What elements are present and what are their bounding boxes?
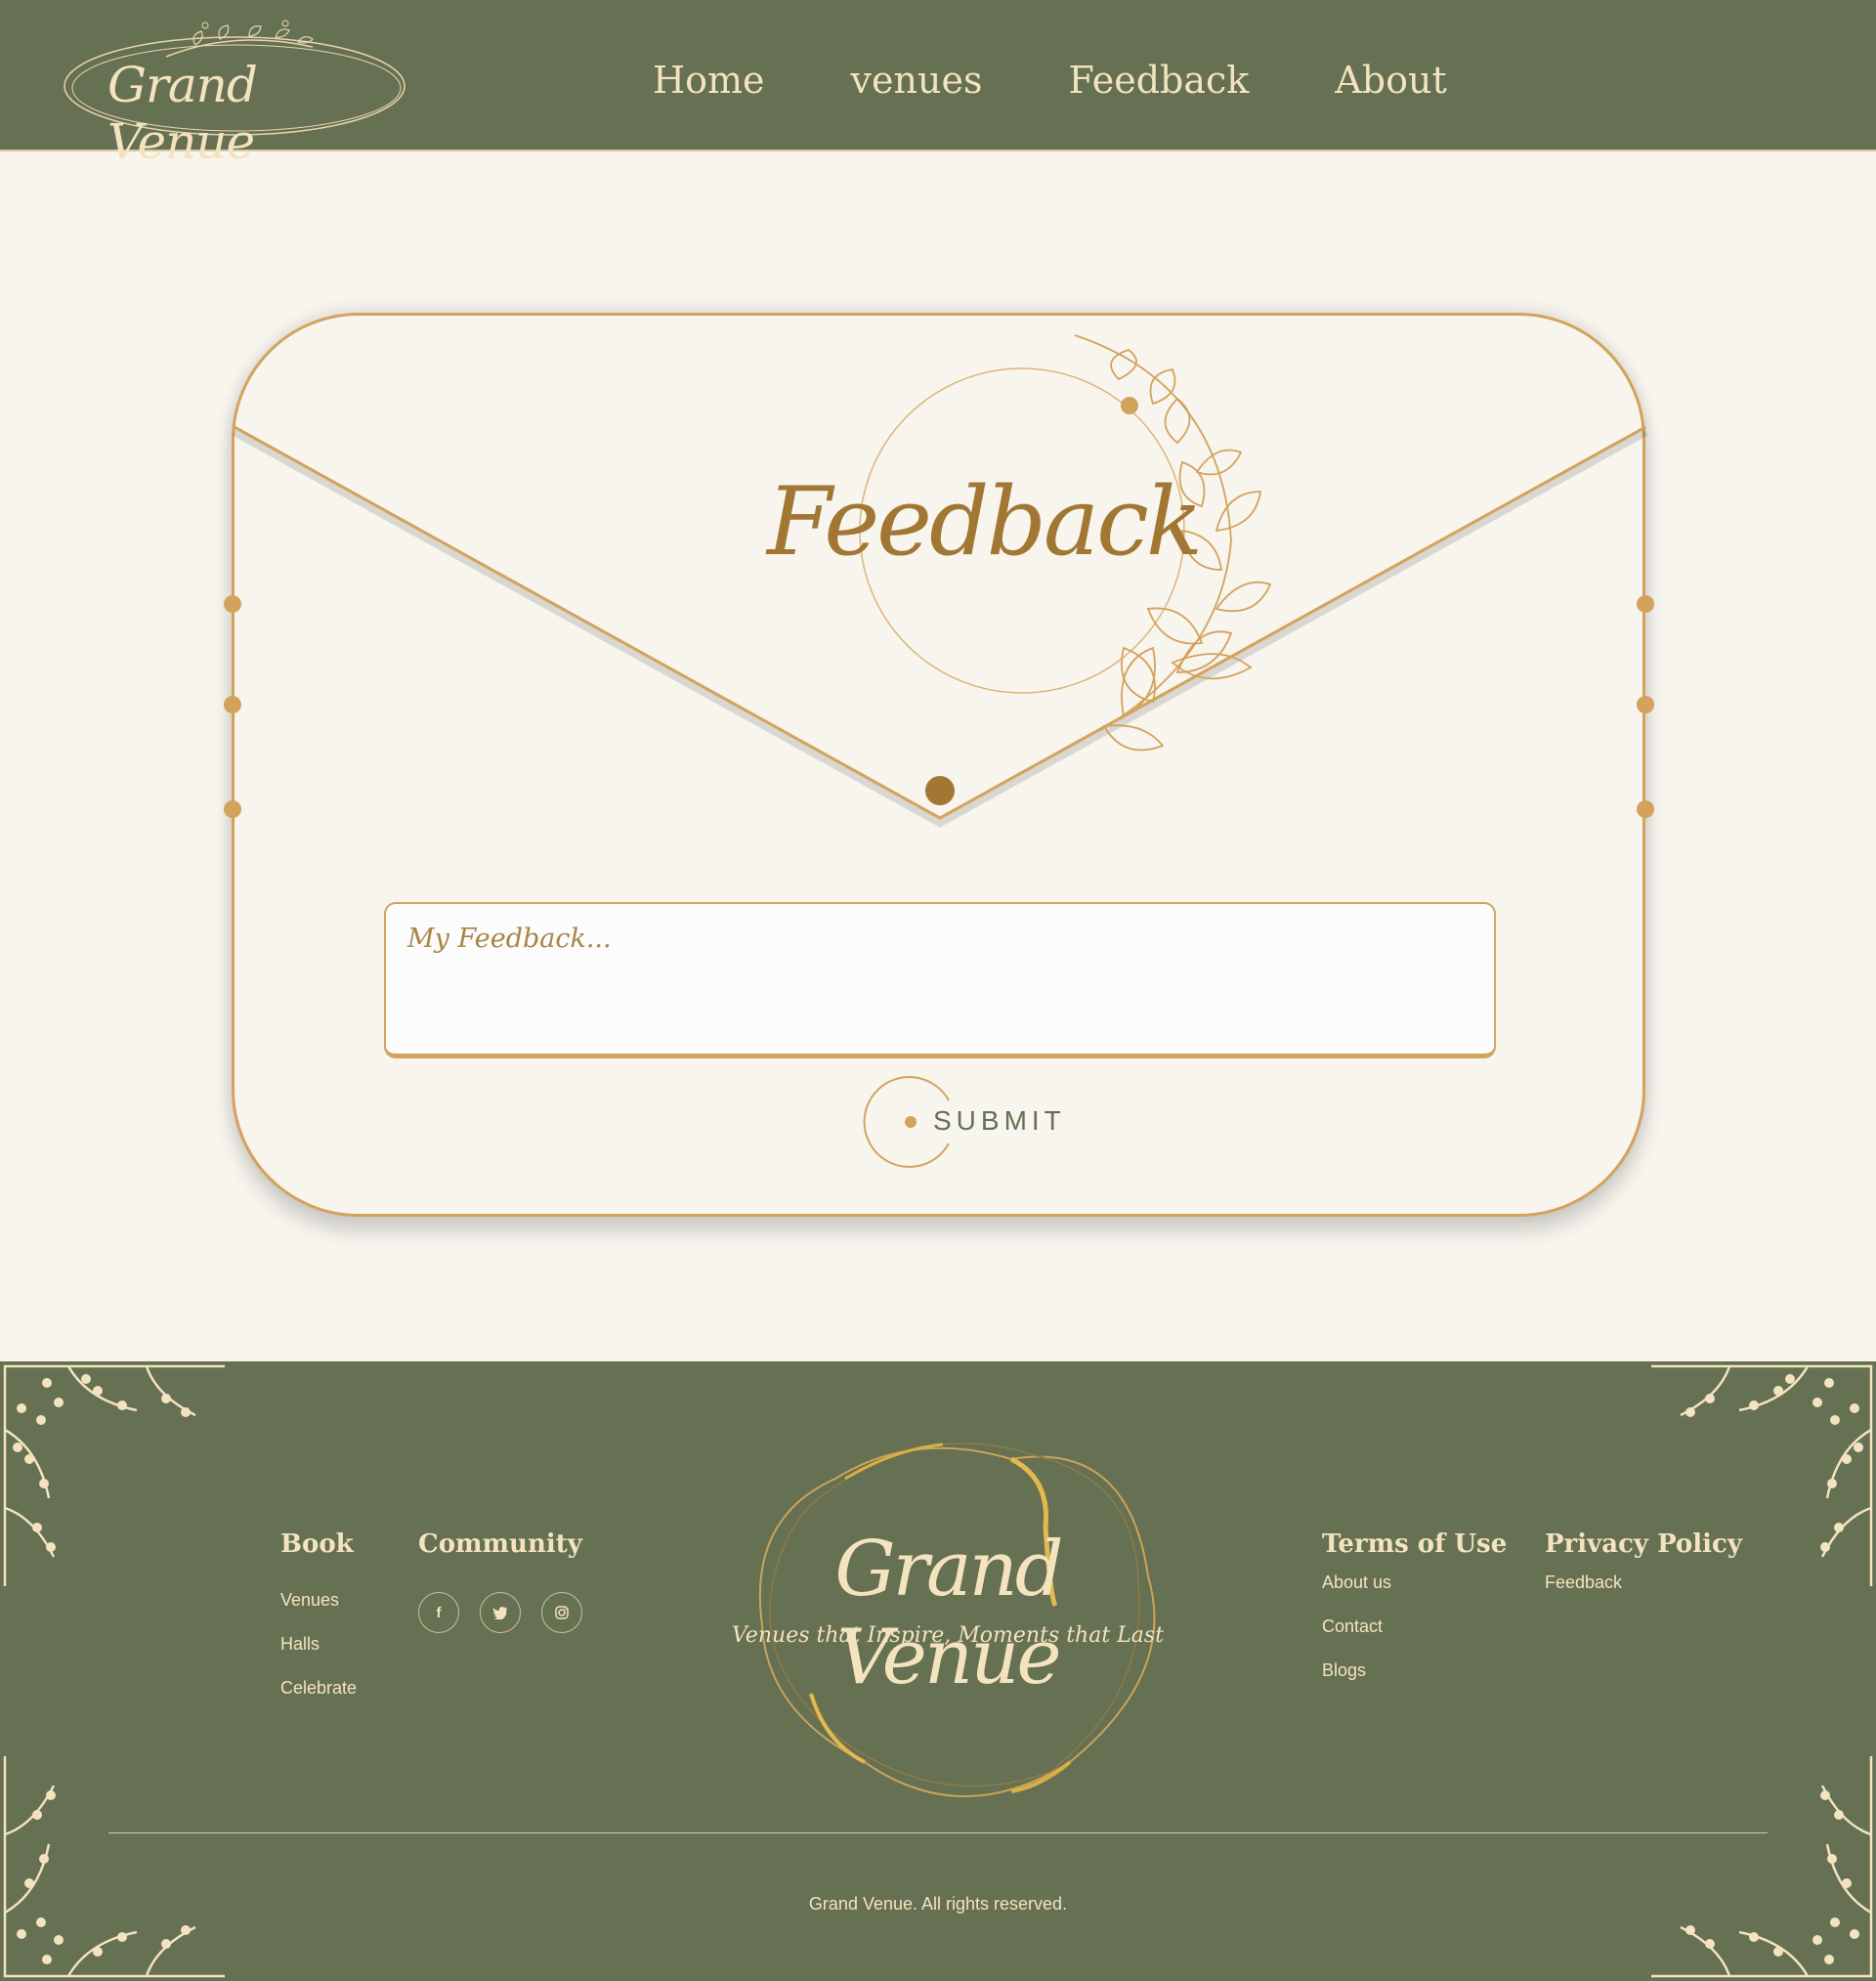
footer-col-community: Community f (418, 1529, 614, 1647)
nav-home[interactable]: Home (653, 59, 765, 102)
footer-link-halls[interactable]: Halls (280, 1634, 357, 1655)
instagram-icon[interactable] (541, 1592, 582, 1633)
footer-heading-community: Community (418, 1529, 582, 1559)
footer-col-terms: Terms of Use About us Contact Blogs (1322, 1529, 1507, 1681)
feedback-title: Feedback (767, 467, 1203, 577)
footer-heading-privacy: Privacy Policy (1545, 1529, 1742, 1559)
site-header: Grand Venue Home venues Feedback About (0, 0, 1876, 170)
footer-link-contact[interactable]: Contact (1322, 1616, 1507, 1637)
feedback-placeholder: My Feedback... (407, 924, 612, 954)
footer-col-book: Book Venues Halls Celebrate (280, 1529, 357, 1699)
footer-heading-book: Book (280, 1529, 354, 1559)
footer-link-feedback[interactable]: Feedback (1545, 1572, 1742, 1593)
submit-label: SUBMIT (933, 1105, 1066, 1136)
footer-logo-tagline: Venues that Inspire, Moments that Last (731, 1623, 1165, 1648)
header-logo[interactable]: Grand Venue (59, 10, 410, 170)
main-nav: Home venues Feedback About (653, 59, 1447, 102)
footer-logo-title: Grand Venue (834, 1526, 1063, 1701)
facebook-icon[interactable]: f (418, 1592, 459, 1633)
footer-copyright: Grand Venue. All rights reserved. (808, 1894, 1068, 1914)
submit-button[interactable]: SUBMIT (863, 1073, 1107, 1171)
footer-link-about-us[interactable]: About us (1322, 1572, 1507, 1593)
site-footer: Book Venues Halls Celebrate Community f … (0, 1361, 1876, 1981)
footer-col-privacy: Privacy Policy Feedback (1545, 1529, 1742, 1593)
nav-venues[interactable]: venues (851, 59, 983, 102)
logo-text: Grand Venue (107, 57, 258, 170)
feedback-envelope-card: Feedback My Feedback... SUBMIT (224, 313, 1654, 1217)
floral-corner-icon (3, 1364, 225, 1586)
feedback-textarea[interactable]: My Feedback... (384, 902, 1496, 1058)
floral-corner-icon (1651, 1756, 1873, 1978)
nav-feedback[interactable]: Feedback (1068, 59, 1249, 102)
footer-heading-terms: Terms of Use (1322, 1529, 1508, 1559)
footer-logo: Grand Venue Venues that Inspire, Moments… (718, 1400, 1177, 1811)
footer-link-blogs[interactable]: Blogs (1322, 1660, 1507, 1681)
footer-link-venues[interactable]: Venues (280, 1590, 357, 1611)
twitter-icon[interactable] (480, 1592, 521, 1633)
floral-corner-icon (3, 1756, 225, 1978)
footer-link-celebrate[interactable]: Celebrate (280, 1678, 357, 1699)
footer-divider (108, 1832, 1768, 1833)
nav-about[interactable]: About (1335, 59, 1446, 102)
